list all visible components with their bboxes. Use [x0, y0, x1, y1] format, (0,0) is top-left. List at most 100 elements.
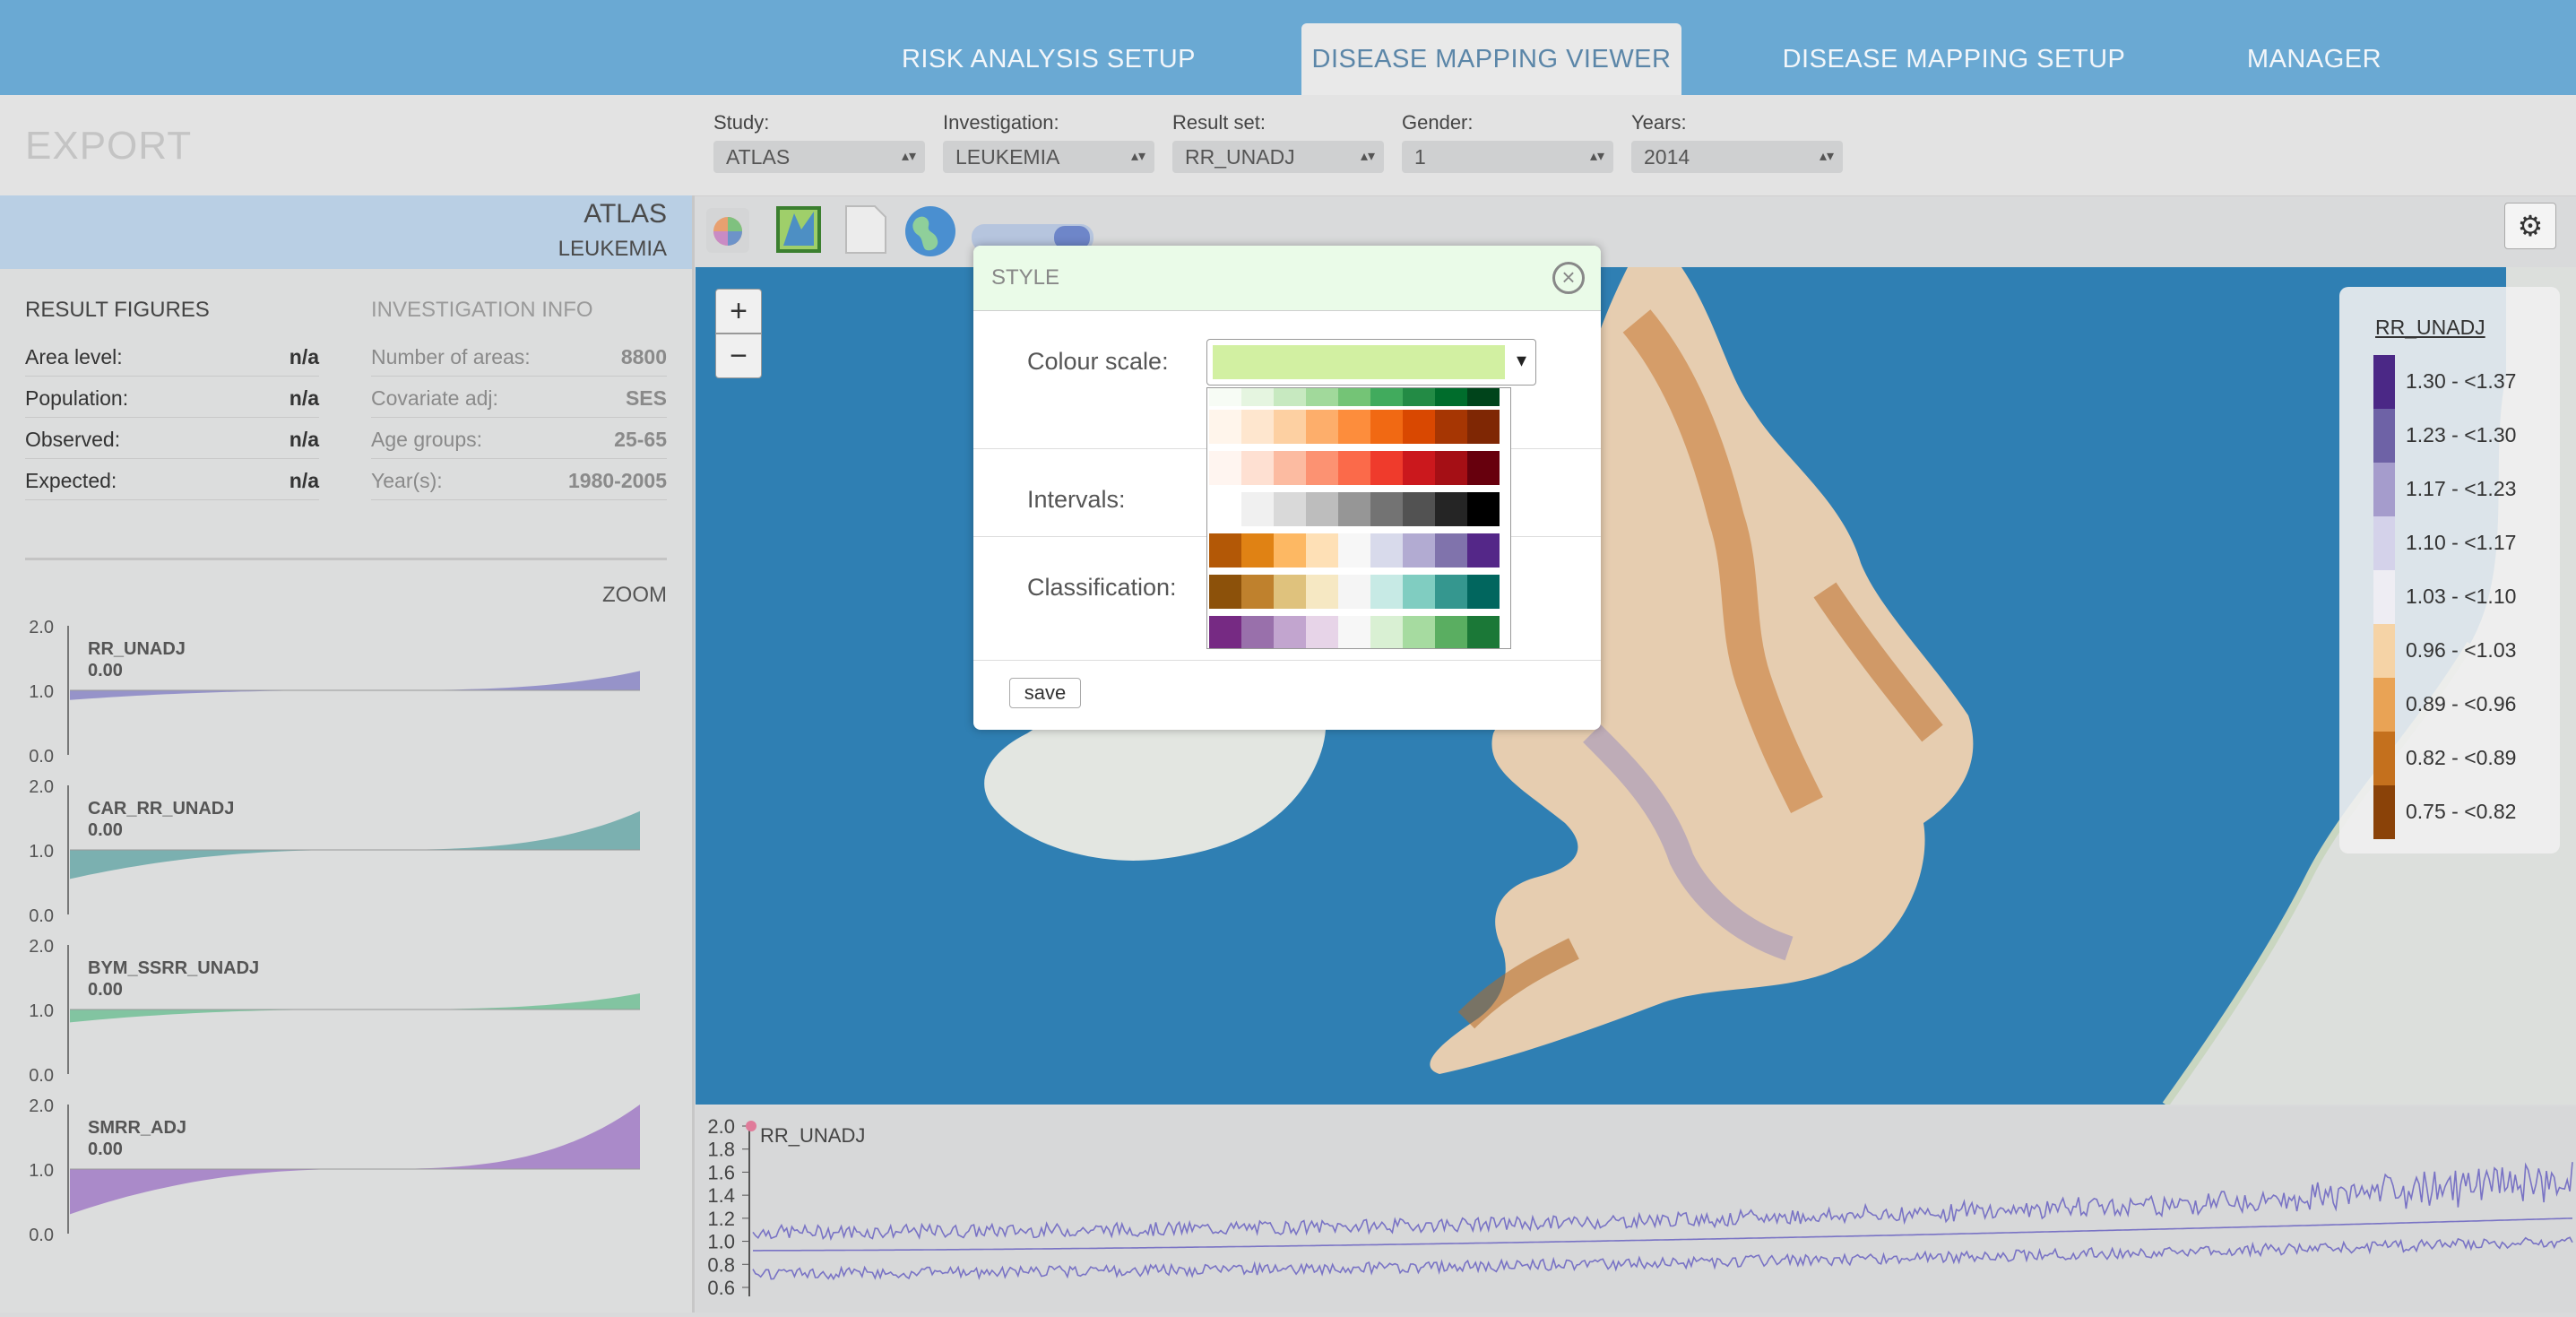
palette-swatch	[1370, 533, 1403, 568]
row-key: Number of areas:	[371, 345, 531, 368]
palette-swatch	[1403, 451, 1435, 485]
palette-swatch	[1435, 451, 1467, 485]
mini-chart-title: RR_UNADJ	[88, 639, 186, 659]
close-icon[interactable]: ×	[1552, 262, 1585, 294]
palette-option[interactable]	[1209, 410, 1500, 444]
row-value: SES	[625, 386, 667, 410]
bottom-chart-tick-label: 1.4	[707, 1184, 735, 1207]
palette-option[interactable]	[1209, 451, 1500, 485]
palette-option[interactable]	[1209, 533, 1500, 568]
palette-swatch	[1209, 451, 1241, 485]
palette-option[interactable]	[1209, 492, 1500, 526]
row-value: n/a	[289, 345, 319, 368]
palette-swatch	[1274, 451, 1306, 485]
settings-button[interactable]: ⚙	[2504, 203, 2556, 249]
legend-swatch	[2373, 678, 2395, 732]
palette-swatch	[1274, 616, 1306, 648]
row-value: 25-65	[614, 428, 667, 451]
mini-chart-car_rr_unadj: 2.0 1.0 0.0 CAR_RR_UNADJ0.00	[29, 777, 640, 926]
row-key: Observed:	[25, 428, 121, 451]
years-select[interactable]: 2014 ▴▾	[1631, 141, 1843, 173]
row-value: n/a	[289, 386, 319, 410]
palette-swatch	[1241, 492, 1274, 526]
palette-option[interactable]	[1209, 575, 1500, 609]
mini-chart-value: 0.00	[88, 820, 123, 840]
bottom-chart-tick-label: 2.0	[707, 1115, 735, 1138]
palette-swatch	[1435, 410, 1467, 444]
mini-chart-title: CAR_RR_UNADJ	[88, 799, 234, 819]
legend-label: 1.03 - <1.10	[2406, 585, 2517, 608]
tab-disease-mapping-viewer[interactable]: DISEASE MAPPING VIEWER	[1301, 23, 1681, 95]
mini-chart-area	[70, 993, 640, 1023]
mini-chart-value: 0.00	[88, 980, 123, 1000]
mini-charts: 2.0 1.0 0.0 RR_UNADJ 0.00 2.0 1.0 0.0 CAR_RR_UNA…	[0, 613, 692, 1250]
study-label: Study:	[713, 111, 770, 134]
globe-icon[interactable]	[903, 204, 955, 256]
mini-chart-tick-label: 1.0	[29, 1001, 54, 1021]
export-title[interactable]: EXPORT	[25, 124, 192, 169]
investigation-select[interactable]: LEUKEMIA ▴▾	[943, 141, 1154, 173]
row-key: Area level:	[25, 345, 123, 368]
study-select[interactable]: ATLAS ▴▾	[713, 141, 925, 173]
selected-colour-swatch	[1213, 345, 1505, 379]
map-legend: RR_UNADJ 1.30 - <1.37 1.23 - <1.30 1.17 - …	[2339, 287, 2560, 853]
bottom-chart-tick-label: 1.0	[707, 1231, 735, 1253]
palette-swatch	[1338, 492, 1370, 526]
bottom-chart-tick-label: 1.6	[707, 1161, 735, 1183]
legend-title: RR_UNADJ	[2375, 316, 2485, 339]
intervals-label: Intervals:	[1027, 486, 1126, 513]
bottom-chart-tick-label: 1.8	[707, 1139, 735, 1161]
mini-chart-bym_ssrr_unadj: 2.0 1.0 0.0 BYM_SSRR_UNADJ0.00	[29, 937, 640, 1086]
palette-option[interactable]	[1209, 616, 1500, 648]
row-key: Covariate adj:	[371, 386, 498, 410]
palette-swatch	[1338, 388, 1370, 406]
tab-manager[interactable]: MANAGER	[2223, 23, 2406, 95]
palette-swatch	[1338, 451, 1370, 485]
colour-wheel-icon[interactable]	[705, 204, 753, 255]
save-button[interactable]: save	[1009, 678, 1081, 708]
document-icon[interactable]	[841, 204, 889, 255]
mini-chart-value: 0.00	[88, 661, 123, 680]
row-value: n/a	[289, 428, 319, 451]
legend-swatch	[2373, 624, 2395, 678]
palette-option[interactable]	[1209, 388, 1500, 406]
palette-swatch	[1306, 451, 1338, 485]
colour-scale-options[interactable]	[1206, 387, 1511, 649]
palette-swatch	[1435, 575, 1467, 609]
zoom-out-button[interactable]: −	[715, 334, 762, 378]
colour-scale-select[interactable]: ▾	[1206, 339, 1536, 386]
row-key: Age groups:	[371, 428, 483, 451]
modal-title: STYLE	[991, 265, 1060, 290]
zoom-in-button[interactable]: +	[715, 289, 762, 334]
mini-chart-rr_unadj: 2.0 1.0 0.0 RR_UNADJ 0.00	[29, 618, 640, 767]
palette-swatch	[1274, 575, 1306, 609]
tab-disease-mapping-setup[interactable]: DISEASE MAPPING SETUP	[1778, 23, 2130, 95]
mini-chart-smrr_adj: 2.0 1.0 0.0 SMRR_ADJ0.00	[29, 1096, 640, 1245]
bottom-chart: 2.0 1.8 1.6 1.4 1.2 1.0 0.8 0.6 RR_UNADJ	[696, 1106, 2576, 1313]
palette-swatch	[1370, 492, 1403, 526]
result-set-select[interactable]: RR_UNADJ ▴▾	[1172, 141, 1384, 173]
years-label: Years:	[1631, 111, 1687, 134]
gender-select[interactable]: 1 ▴▾	[1402, 141, 1613, 173]
palette-swatch	[1403, 575, 1435, 609]
palette-swatch	[1403, 533, 1435, 568]
info-row-covariate-adj: Covariate adj: SES	[371, 378, 667, 418]
legend-label: 0.75 - <0.82	[2406, 800, 2517, 823]
mini-chart-value: 0.00	[88, 1139, 123, 1159]
legend-label: 0.89 - <0.96	[2406, 692, 2517, 715]
palette-swatch	[1306, 533, 1338, 568]
bottom-chart-tick-label: 0.8	[707, 1253, 735, 1276]
zoom-label[interactable]: ZOOM	[602, 583, 667, 608]
legend-swatch	[2373, 516, 2395, 570]
palette-swatch	[1467, 451, 1500, 485]
legend-label: 1.30 - <1.37	[2406, 369, 2517, 393]
info-row-years: Year(s): 1980-2005	[371, 461, 667, 500]
palette-swatch	[1338, 616, 1370, 648]
updown-arrow-icon: ▴▾	[1130, 149, 1145, 164]
colour-scale-label: Colour scale:	[1027, 348, 1169, 375]
left-panel-header: ATLAS LEUKEMIA	[0, 195, 692, 269]
tab-risk-analysis-setup[interactable]: RISK ANALYSIS SETUP	[887, 23, 1210, 95]
divider	[973, 660, 1601, 661]
map-style-icon[interactable]	[774, 204, 823, 255]
bottom-chart-svg: 2.01.81.61.41.21.00.80.6 RR_UNADJ	[707, 1115, 2573, 1299]
